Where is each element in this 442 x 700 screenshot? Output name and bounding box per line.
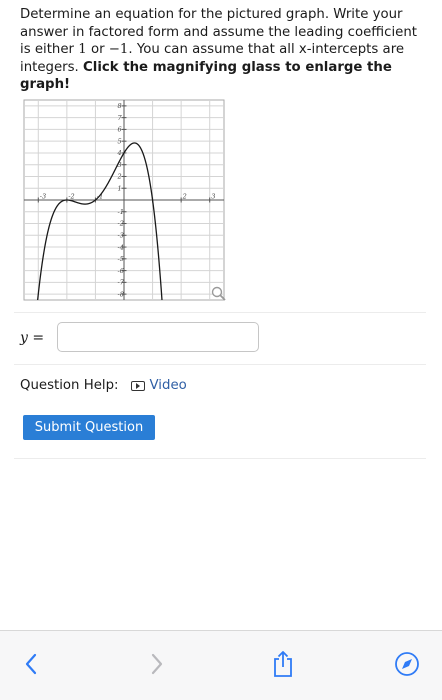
y-tick-label: -5 (118, 255, 124, 263)
coefficient-negative: −1 (108, 42, 129, 58)
browser-toolbar (0, 630, 442, 700)
compass-icon[interactable] (392, 649, 422, 679)
function-graph: -3 -2 -1 2 3 8 7 6 5 4 3 2 1 -1 -2 -3 -4 -5 -6 -7 -8 (12, 92, 234, 304)
divider (14, 364, 426, 365)
x-tick-label: -2 (68, 193, 74, 201)
y-tick-label: 1 (118, 184, 122, 192)
question-help-label: Question Help: (20, 378, 119, 393)
chevron-right-icon[interactable] (142, 649, 172, 679)
answer-input[interactable] (57, 322, 259, 352)
coefficient-positive: 1 (78, 42, 87, 58)
y-tick-label: -3 (118, 231, 124, 239)
video-play-icon (130, 380, 145, 391)
share-icon[interactable] (268, 649, 298, 679)
y-tick-label: 6 (118, 126, 122, 134)
question-text: Determine an equation for the pictured g… (20, 6, 430, 94)
y-tick-label: 5 (118, 137, 122, 145)
y-tick-label: -2 (118, 220, 124, 228)
x-tick-label: 3 (211, 193, 215, 201)
x-tick-label: 2 (182, 193, 187, 201)
divider (14, 312, 426, 313)
video-link[interactable]: Video (130, 378, 187, 393)
question-part-2: or (86, 42, 109, 58)
divider (14, 458, 426, 459)
answer-label: y = (20, 330, 45, 346)
y-tick-label: 8 (118, 102, 122, 110)
y-tick-label: -6 (118, 267, 124, 275)
y-tick-label: 2 (117, 173, 122, 181)
submit-question-button[interactable]: Submit Question (23, 415, 155, 440)
x-tick-label: -1 (97, 193, 103, 201)
y-tick-label: -7 (118, 279, 125, 287)
question-help: Question Help: Video (20, 378, 187, 393)
answer-row: y = (20, 322, 430, 356)
x-tick-label: -3 (40, 193, 46, 201)
video-label: Video (149, 378, 187, 393)
y-tick-label: -8 (118, 290, 124, 298)
graph-svg: -3 -2 -1 2 387654321-1-2-3-4-5-6-7-8 (23, 99, 226, 301)
y-tick-label: -4 (118, 243, 124, 251)
y-tick-label: 4 (117, 149, 122, 157)
chevron-left-icon[interactable] (16, 649, 46, 679)
y-tick-label: -1 (118, 208, 124, 216)
